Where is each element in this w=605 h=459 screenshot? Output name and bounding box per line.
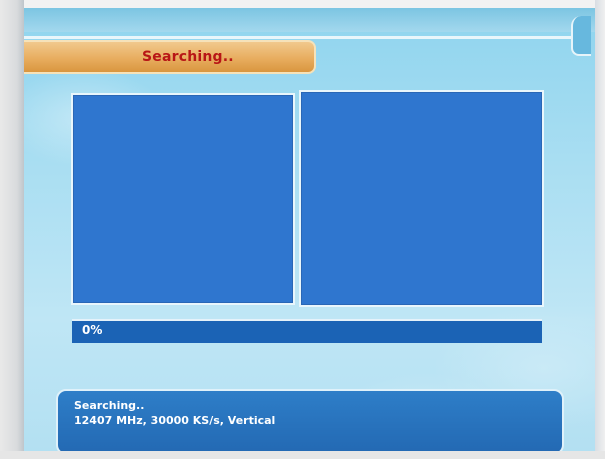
monitor-bezel-bottom	[0, 451, 605, 459]
tv-screen: Searching.. 0% Searching.. 12407 MHz, 30…	[24, 8, 595, 455]
channel-list-panel-left	[71, 93, 295, 305]
top-bar	[24, 8, 595, 32]
search-progress-bar: 0%	[72, 319, 542, 343]
monitor-bezel-right	[595, 0, 605, 459]
monitor-bezel-left	[0, 0, 24, 459]
transponder-info: 12407 MHz, 30000 KS/s, Vertical	[74, 414, 276, 427]
top-frame-line	[24, 36, 576, 39]
corner-tab	[571, 16, 591, 56]
title-bar: Searching..	[24, 40, 316, 74]
status-message: Searching..	[74, 399, 145, 412]
status-box: Searching.. 12407 MHz, 30000 KS/s, Verti…	[56, 389, 564, 455]
channel-list-panel-right	[299, 90, 544, 307]
page-title: Searching..	[142, 49, 234, 65]
progress-percent: 0%	[82, 323, 103, 337]
